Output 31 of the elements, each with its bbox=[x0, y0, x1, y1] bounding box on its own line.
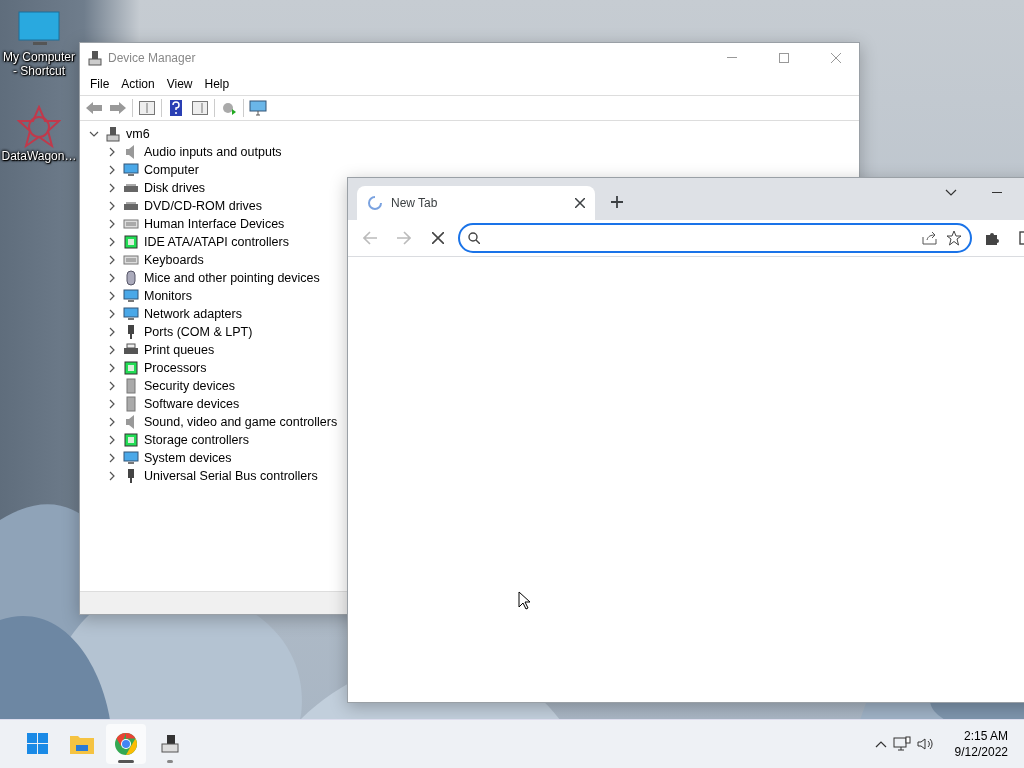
desktop-icon-label[interactable]: My Computer - Shortcut bbox=[0, 50, 78, 78]
tree-item[interactable]: Ports (COM & LPT) bbox=[144, 325, 253, 339]
menu-item[interactable]: View bbox=[160, 77, 199, 91]
browser-tab[interactable]: New Tab bbox=[357, 186, 595, 220]
tree-item[interactable]: Print queues bbox=[144, 343, 215, 357]
clock-date[interactable]: 9/12/2022 bbox=[954, 744, 1008, 761]
tree-item[interactable]: Monitors bbox=[144, 289, 192, 303]
tree-item[interactable]: Universal Serial Bus controllers bbox=[144, 469, 318, 483]
menu-item[interactable]: File bbox=[84, 77, 116, 91]
tree-item[interactable]: Security devices bbox=[144, 379, 235, 393]
menu-item[interactable]: Action bbox=[115, 77, 161, 91]
tree-item[interactable]: Network adapters bbox=[144, 307, 242, 321]
tree-item[interactable]: IDE ATA/ATAPI controllers bbox=[144, 235, 289, 249]
tree-item[interactable]: Storage controllers bbox=[144, 433, 249, 447]
tree-item[interactable]: Audio inputs and outputs bbox=[144, 145, 282, 159]
clock-time[interactable]: 2:15 AM bbox=[963, 728, 1008, 745]
tree-item[interactable]: DVD/CD-ROM drives bbox=[144, 199, 263, 213]
tab-title: New Tab bbox=[391, 196, 439, 210]
tree-item[interactable]: Processors bbox=[144, 361, 207, 375]
tree-item[interactable]: Keyboards bbox=[144, 253, 204, 267]
tree-item[interactable]: Human Interface Devices bbox=[144, 217, 285, 231]
desktop-icon-label[interactable]: DataWagon… bbox=[1, 149, 77, 163]
window-title: Device Manager bbox=[108, 51, 197, 65]
tree-item[interactable]: Computer bbox=[144, 163, 199, 177]
tree-item[interactable]: System devices bbox=[144, 451, 232, 465]
tree-item[interactable]: vm6 bbox=[126, 127, 150, 141]
tree-item[interactable]: Sound, video and game controllers bbox=[144, 415, 338, 429]
tree-item[interactable]: Disk drives bbox=[144, 181, 206, 195]
menu-item[interactable]: Help bbox=[198, 77, 236, 91]
tree-item[interactable]: Software devices bbox=[144, 397, 240, 411]
tree-item[interactable]: Mice and other pointing devices bbox=[144, 271, 320, 285]
